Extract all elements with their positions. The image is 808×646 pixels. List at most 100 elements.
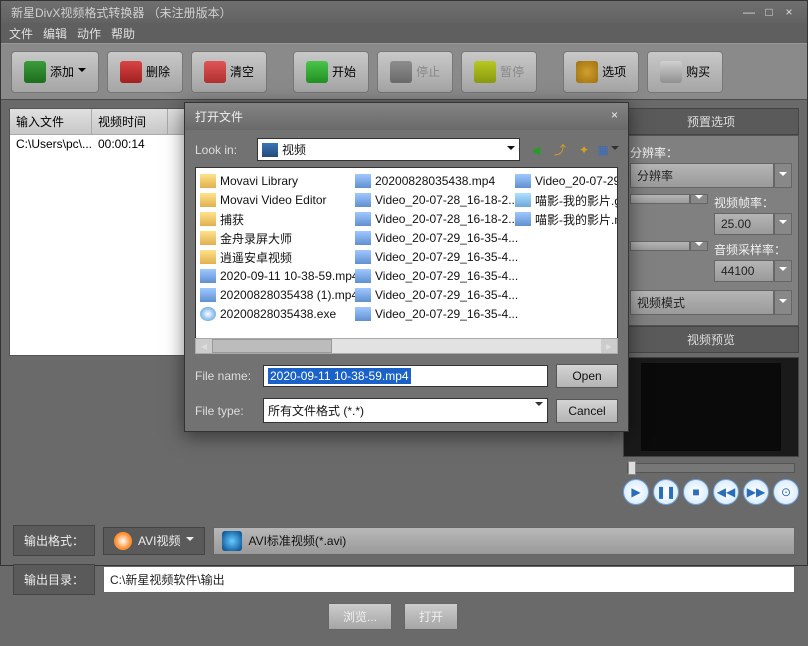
video-icon <box>355 231 371 245</box>
list-item[interactable]: Video_20-07-28_16-18-2... <box>355 191 505 209</box>
menu-file[interactable]: 文件 <box>9 25 33 41</box>
dropdown-icon <box>78 68 86 76</box>
video-icon <box>355 307 371 321</box>
close-button[interactable]: × <box>781 5 797 19</box>
slider-knob[interactable] <box>628 461 636 475</box>
pause-icon <box>474 61 496 83</box>
list-item[interactable]: Video_20-07-29_16-35-4... <box>355 286 505 304</box>
list-item[interactable]: 20200828035438.mp4 <box>355 172 505 190</box>
file-browser[interactable]: Movavi Library Movavi Video Editor 捕获 金舟… <box>195 167 618 339</box>
view-icon[interactable]: ▦ <box>598 141 618 159</box>
chevron-down-icon[interactable] <box>774 163 792 188</box>
menu-help[interactable]: 帮助 <box>111 25 135 41</box>
list-item[interactable]: Video_20-07-28_16-18-2... <box>355 210 505 228</box>
open-button[interactable]: Open <box>556 364 618 388</box>
folder-icon <box>200 174 216 188</box>
cart-icon <box>660 61 682 83</box>
play-button[interactable]: ▶ <box>623 479 649 505</box>
back-icon[interactable]: ◀ <box>526 141 546 159</box>
list-item[interactable]: Movavi Library <box>200 172 345 190</box>
output-format-label: 输出格式： <box>13 525 95 556</box>
browse-button[interactable]: 浏览... <box>328 603 392 630</box>
resolution-select[interactable]: 分辨率 <box>630 163 774 188</box>
snapshot-button[interactable]: ⊙ <box>773 479 799 505</box>
pause-media-button[interactable]: ❚❚ <box>653 479 679 505</box>
menu-action[interactable]: 动作 <box>77 25 101 41</box>
clear-button[interactable]: 清空 <box>191 51 267 93</box>
cancel-button[interactable]: Cancel <box>556 399 618 423</box>
stop-button[interactable]: 停止 <box>377 51 453 93</box>
lookin-combo[interactable]: 视频 <box>257 138 520 161</box>
dialog-title: 打开文件 <box>195 108 243 125</box>
minimize-button[interactable]: — <box>741 5 757 19</box>
open-folder-button[interactable]: 打开 <box>404 603 458 630</box>
list-item[interactable]: 20200828035438.exe <box>200 305 345 323</box>
video-icon <box>355 193 371 207</box>
output-dir-label: 输出目录： <box>13 564 95 595</box>
start-button[interactable]: 开始 <box>293 51 369 93</box>
stop-icon <box>390 61 412 83</box>
scroll-left-icon[interactable]: ◂ <box>196 339 212 353</box>
output-dir-input[interactable]: C:\新星视频软件\输出 <box>103 566 795 593</box>
output-format-short[interactable]: AVI视频 <box>103 527 205 555</box>
stop-media-button[interactable]: ■ <box>683 479 709 505</box>
preset-title: 预置选项 <box>623 108 799 135</box>
videomode-select[interactable]: 视频模式 <box>630 290 774 315</box>
col-input-file[interactable]: 输入文件 <box>10 109 92 134</box>
maximize-button[interactable]: □ <box>761 5 777 19</box>
preview-title: 视频预览 <box>623 326 799 353</box>
newfolder-icon[interactable]: ✦ <box>574 141 594 159</box>
window-title: 新星DivX视频格式转换器 （未注册版本） <box>11 4 232 21</box>
delete-button[interactable]: 删除 <box>107 51 183 93</box>
dialog-close-button[interactable]: × <box>611 108 618 125</box>
list-item[interactable]: Movavi Video Editor <box>200 191 345 209</box>
scrollbar-thumb[interactable] <box>212 339 332 353</box>
horizontal-scrollbar[interactable]: ◂ ▸ <box>195 338 618 354</box>
video-preview <box>623 357 799 457</box>
menu-edit[interactable]: 编辑 <box>43 25 67 41</box>
list-item[interactable]: Video_20-07-29_16-35-4... <box>355 248 505 266</box>
video-icon <box>200 269 216 283</box>
filename-label: File name: <box>195 369 255 383</box>
seek-slider[interactable] <box>627 463 795 473</box>
preview-thumbnail <box>641 363 781 451</box>
list-item[interactable]: Video_20-07-29_16-35-4... <box>355 305 505 323</box>
col-duration[interactable]: 视频时间 <box>92 109 168 134</box>
list-item[interactable]: 喵影-我的影片.gif <box>515 191 618 209</box>
open-file-dialog: 打开文件 × Look in: 视频 ◀ ⤴ ✦ ▦ Movavi Librar… <box>184 102 629 432</box>
start-icon <box>306 61 328 83</box>
list-item[interactable]: Video_20-07-29_16-35-4... <box>355 229 505 247</box>
list-item[interactable]: 逍遥安卓视频 <box>200 248 345 266</box>
scroll-right-icon[interactable]: ▸ <box>601 339 617 353</box>
video-icon <box>355 212 371 226</box>
format-icon <box>222 531 242 551</box>
list-item[interactable]: 20200828035438 (1).mp4 <box>200 286 345 304</box>
add-button[interactable]: 添加 <box>11 51 99 93</box>
list-item[interactable]: Video_20-07-29_16-35-4... <box>515 172 618 190</box>
fps-select[interactable]: 25.00 <box>714 213 774 235</box>
samplerate-select[interactable]: 44100 <box>714 260 774 282</box>
buy-button[interactable]: 购买 <box>647 51 723 93</box>
avi-icon <box>114 532 132 550</box>
lookin-label: Look in: <box>195 143 251 157</box>
folder-icon <box>200 193 216 207</box>
list-item[interactable]: 金舟录屏大师 <box>200 229 345 247</box>
list-item[interactable]: Video_20-07-29_16-35-4... <box>355 267 505 285</box>
filename-input[interactable]: 2020-09-11 10-38-59.mp4 <box>263 365 548 387</box>
list-item[interactable]: 2020-09-11 10-38-59.mp4 <box>200 267 345 285</box>
folder-icon <box>200 212 216 226</box>
list-item[interactable]: 捕获 <box>200 210 345 228</box>
pause-button[interactable]: 暂停 <box>461 51 537 93</box>
list-item[interactable]: 喵影-我的影片.mp4 <box>515 210 618 228</box>
prev-button[interactable]: ◀◀ <box>713 479 739 505</box>
output-format-select[interactable]: AVI标准视频(*.avi) <box>213 527 795 555</box>
next-button[interactable]: ▶▶ <box>743 479 769 505</box>
video-icon <box>200 288 216 302</box>
image-icon <box>515 193 531 207</box>
video-icon <box>355 174 371 188</box>
exe-icon <box>200 307 216 321</box>
up-icon[interactable]: ⤴ <box>550 141 570 159</box>
options-button[interactable]: 选项 <box>563 51 639 93</box>
filetype-select[interactable]: 所有文件格式 (*.*) <box>263 398 548 423</box>
clear-icon <box>204 61 226 83</box>
